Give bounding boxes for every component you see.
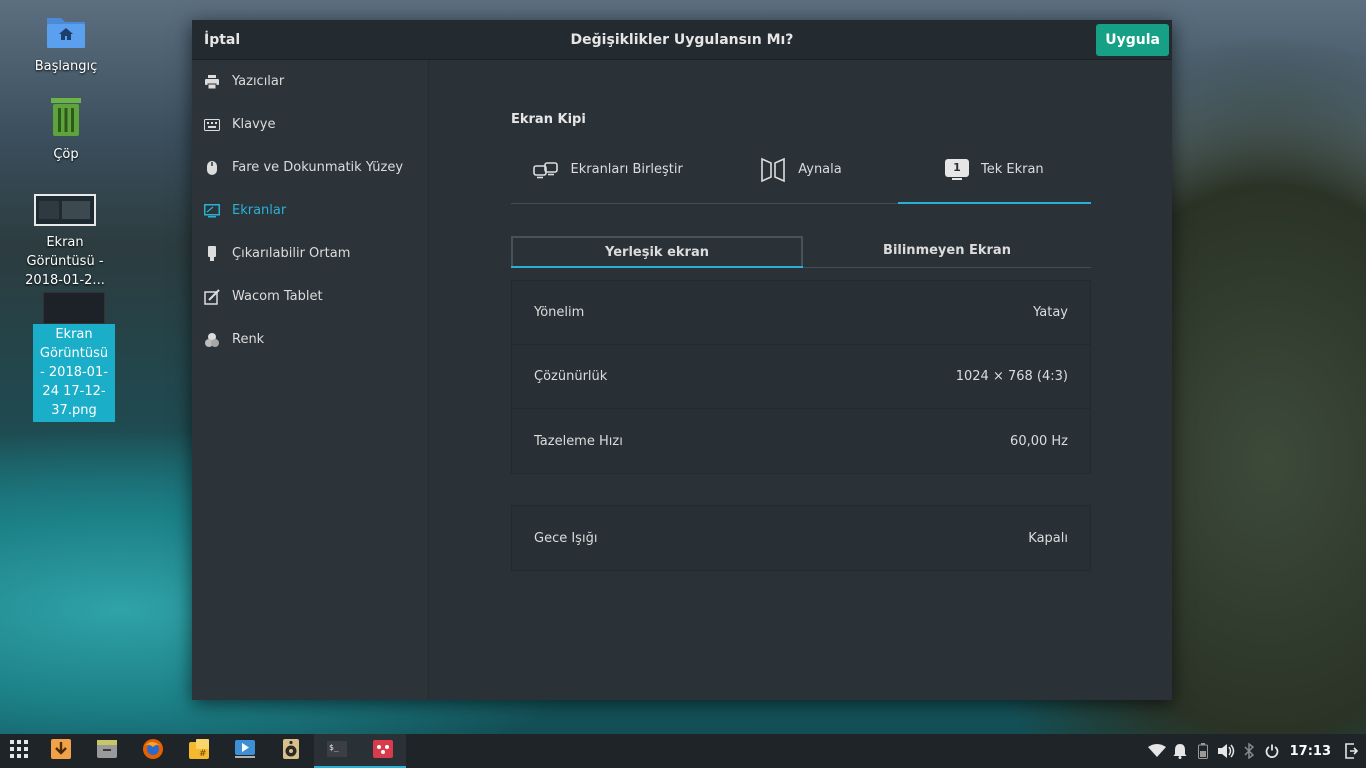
bluetooth-icon[interactable] bbox=[1240, 734, 1259, 768]
sidebar-item-label: Renk bbox=[232, 332, 265, 347]
desktop-icon-screenshot-2[interactable]: Ekran Görüntüsü - 2018-01-24 17-12-37.pn… bbox=[33, 292, 115, 422]
mode-label: Aynala bbox=[798, 162, 842, 177]
desktop-icon-label: Çöp bbox=[53, 147, 79, 162]
app-launcher-button[interactable] bbox=[0, 734, 38, 768]
usb-drive-icon bbox=[204, 245, 220, 262]
calculator-icon: # bbox=[188, 738, 210, 764]
desktop-icon-home[interactable]: Başlangıç bbox=[24, 12, 108, 77]
desktop-icon-trash[interactable]: Çöp bbox=[24, 96, 108, 165]
sidebar-item-wacom-tablet[interactable]: Wacom Tablet bbox=[192, 275, 428, 318]
taskbar-video-player[interactable] bbox=[222, 734, 268, 768]
sidebar-item-removable-media[interactable]: Çıkarılabilir Ortam bbox=[192, 232, 428, 275]
row-label: Tazeleme Hızı bbox=[534, 433, 623, 449]
clock[interactable]: 17:13 bbox=[1290, 744, 1331, 759]
file-manager-icon bbox=[96, 739, 118, 763]
refresh-rate-value: 60,00 Hz bbox=[1010, 433, 1068, 449]
mode-single-display[interactable]: 1 Tek Ekran bbox=[897, 136, 1092, 204]
keyboard-icon bbox=[204, 117, 220, 133]
tablet-icon bbox=[204, 288, 220, 305]
single-display-icon: 1 bbox=[944, 158, 969, 181]
power-icon[interactable] bbox=[1263, 734, 1282, 768]
display-number-badge: 1 bbox=[953, 160, 961, 174]
display-settings-list: Yönelim Yatay Çözünürlük 1024 × 768 (4:3… bbox=[511, 280, 1091, 474]
volume-icon[interactable] bbox=[1217, 734, 1236, 768]
svg-text:#: # bbox=[199, 749, 207, 759]
settings-sidebar: Yazıcılar Klavye Fare ve Dokunmatik Yüze… bbox=[192, 60, 429, 700]
mouse-icon bbox=[204, 160, 220, 176]
printer-icon bbox=[204, 74, 220, 90]
night-light-panel: Gece Işığı Kapalı bbox=[511, 505, 1091, 571]
cancel-button[interactable]: İptal bbox=[204, 20, 240, 60]
color-icon bbox=[204, 332, 220, 348]
join-displays-icon bbox=[532, 161, 559, 179]
download-icon bbox=[50, 738, 72, 764]
terminal-icon: $_ bbox=[326, 740, 348, 762]
dialog-titlebar: Değişiklikler Uygulansın Mı? İptal Uygul… bbox=[192, 20, 1172, 60]
row-label: Gece Işığı bbox=[534, 530, 598, 546]
launcher-icon bbox=[10, 740, 28, 762]
sidebar-item-label: Ekranlar bbox=[232, 203, 287, 218]
taskbar-music-player[interactable] bbox=[268, 734, 314, 768]
sidebar-item-label: Çıkarılabilir Ortam bbox=[232, 246, 351, 261]
orientation-row[interactable]: Yönelim Yatay bbox=[512, 281, 1090, 345]
sidebar-item-label: Wacom Tablet bbox=[232, 289, 323, 304]
image-thumbnail-icon bbox=[43, 292, 105, 324]
resolution-value: 1024 × 768 (4:3) bbox=[955, 369, 1068, 384]
sidebar-item-label: Klavye bbox=[232, 117, 276, 132]
display-mode-selector: Ekranları Birleştir Aynala 1 Tek Ekran bbox=[511, 136, 1092, 204]
taskbar: # $_ 17:13 bbox=[0, 734, 1366, 768]
sidebar-item-color[interactable]: Renk bbox=[192, 318, 428, 361]
show-desktop-icon[interactable] bbox=[1341, 734, 1360, 768]
mode-label: Ekranları Birleştir bbox=[570, 162, 683, 177]
row-label: Yönelim bbox=[534, 305, 585, 320]
sidebar-item-keyboard[interactable]: Klavye bbox=[192, 103, 428, 146]
svg-text:$_: $_ bbox=[329, 743, 339, 752]
resolution-row[interactable]: Çözünürlük 1024 × 768 (4:3) bbox=[512, 345, 1090, 409]
sidebar-item-label: Yazıcılar bbox=[232, 74, 285, 89]
sidebar-item-printers[interactable]: Yazıcılar bbox=[192, 60, 428, 103]
desktop-icon-screenshot-1[interactable]: Ekran Görüntüsü - 2018-01-2... bbox=[22, 194, 108, 291]
night-light-value: Kapalı bbox=[1028, 530, 1068, 546]
video-player-icon bbox=[234, 739, 256, 763]
mirror-icon bbox=[760, 157, 786, 183]
home-folder-icon bbox=[45, 12, 87, 50]
wifi-icon[interactable] bbox=[1148, 734, 1167, 768]
mode-label: Tek Ekran bbox=[980, 162, 1044, 177]
desktop-icon-label: Başlangıç bbox=[34, 59, 98, 74]
taskbar-calculator[interactable]: # bbox=[176, 734, 222, 768]
display-tabs: Yerleşik ekran Bilinmeyen Ekran bbox=[511, 236, 1091, 268]
tab-builtin-display[interactable]: Yerleşik ekran bbox=[511, 236, 803, 268]
display-settings-panel: Ekran Kipi Ekranları Birleştir Aynala 1 bbox=[430, 60, 1172, 700]
screenshot-icon bbox=[372, 739, 394, 763]
dialog-title: Değişiklikler Uygulansın Mı? bbox=[570, 32, 794, 48]
trash-icon bbox=[46, 96, 86, 138]
taskbar-terminal[interactable]: $_ bbox=[314, 734, 360, 768]
mode-mirror[interactable]: Aynala bbox=[704, 136, 897, 203]
display-icon bbox=[204, 203, 220, 219]
sidebar-item-displays[interactable]: Ekranlar bbox=[192, 189, 428, 232]
taskbar-file-manager[interactable] bbox=[84, 734, 130, 768]
refresh-rate-row[interactable]: Tazeleme Hızı 60,00 Hz bbox=[512, 409, 1090, 473]
apply-button[interactable]: Uygula bbox=[1096, 24, 1169, 56]
sidebar-item-label: Fare ve Dokunmatik Yüzey bbox=[232, 160, 404, 175]
tab-unknown-display[interactable]: Bilinmeyen Ekran bbox=[803, 236, 1091, 267]
settings-dialog: Değişiklikler Uygulansın Mı? İptal Uygul… bbox=[192, 20, 1172, 700]
taskbar-firefox[interactable] bbox=[130, 734, 176, 768]
taskbar-download-manager[interactable] bbox=[38, 734, 84, 768]
system-tray: 17:13 bbox=[1146, 734, 1366, 768]
notification-bell-icon[interactable] bbox=[1171, 734, 1190, 768]
firefox-icon bbox=[142, 738, 164, 764]
mode-join-displays[interactable]: Ekranları Birleştir bbox=[511, 136, 704, 203]
row-label: Çözünürlük bbox=[534, 369, 608, 384]
desktop-icon-label: Ekran Görüntüsü - 2018-01-2... bbox=[25, 235, 105, 288]
image-thumbnail-icon bbox=[34, 194, 96, 226]
sidebar-item-mouse[interactable]: Fare ve Dokunmatik Yüzey bbox=[192, 146, 428, 189]
music-player-icon bbox=[282, 738, 300, 764]
section-title: Ekran Kipi bbox=[511, 112, 586, 127]
orientation-value: Yatay bbox=[1033, 305, 1068, 320]
desktop-icon-label: Ekran Görüntüsü - 2018-01-24 17-12-37.pn… bbox=[33, 324, 115, 422]
taskbar-screenshot[interactable] bbox=[360, 734, 406, 768]
night-light-row[interactable]: Gece Işığı Kapalı bbox=[512, 506, 1090, 570]
battery-icon[interactable] bbox=[1194, 734, 1213, 768]
